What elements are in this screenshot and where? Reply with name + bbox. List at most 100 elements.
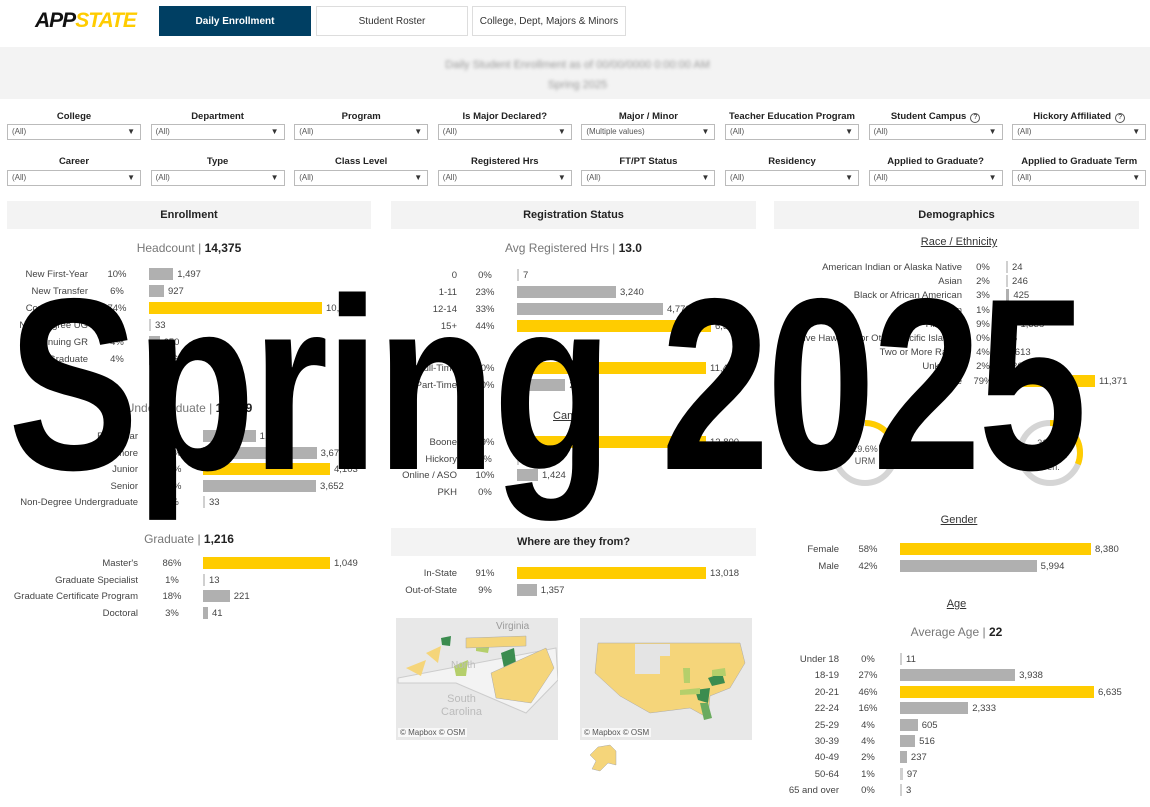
bar[interactable]: [517, 320, 711, 332]
filter-label-text: Is Major Declared?: [462, 111, 548, 122]
bar[interactable]: [149, 302, 322, 314]
filter-dropdown-teacher-education-program[interactable]: (All) ▼: [725, 124, 859, 140]
bar[interactable]: [517, 303, 663, 315]
row-label: Asian: [938, 276, 962, 288]
tab-college-dept-majors-minors[interactable]: College, Dept, Majors & Minors: [472, 6, 626, 36]
row-label: 20-21: [814, 686, 839, 698]
bar[interactable]: [149, 285, 164, 297]
filter-dropdown-college[interactable]: (All) ▼: [7, 124, 141, 140]
filter-dropdown-is-major-declared[interactable]: (All) ▼: [437, 124, 572, 140]
filter-value: (All): [299, 127, 314, 136]
bar[interactable]: [149, 336, 160, 348]
filter-label-department: Department: [151, 111, 285, 122]
row-percent: 0%: [976, 333, 990, 344]
bar[interactable]: [900, 702, 969, 715]
bar[interactable]: [203, 557, 330, 569]
bar[interactable]: [203, 606, 208, 619]
filter-dropdown-ft-pt-status[interactable]: (All) ▼: [581, 170, 716, 186]
filter-value: (All): [155, 127, 170, 136]
bar[interactable]: [149, 353, 159, 365]
bar[interactable]: [1006, 289, 1010, 302]
filter-dropdown-applied-to-graduate-term[interactable]: (All) ▼: [1012, 170, 1147, 186]
row-label: 65 and over: [788, 785, 839, 797]
bar[interactable]: [517, 485, 519, 498]
row-label: 25-29: [814, 719, 839, 731]
filter-dropdown-residency[interactable]: (All) ▼: [725, 170, 859, 186]
bar[interactable]: [203, 496, 205, 508]
bar[interactable]: [900, 543, 1091, 555]
row-value: 1,049: [334, 558, 358, 569]
filter-value: (All): [12, 127, 27, 136]
bar[interactable]: [900, 735, 916, 747]
bar[interactable]: [900, 653, 902, 665]
bar[interactable]: [203, 573, 205, 586]
bar[interactable]: [203, 479, 317, 492]
bar[interactable]: [1006, 360, 1009, 373]
us-state-map[interactable]: © Mapbox © OSM: [580, 618, 752, 740]
bar[interactable]: [203, 463, 330, 475]
help-icon[interactable]: ?: [1115, 113, 1126, 123]
bar[interactable]: [1006, 303, 1008, 316]
bar[interactable]: [517, 583, 537, 596]
filter-dropdown-department[interactable]: (All) ▼: [150, 124, 285, 140]
tab-daily-enrollment[interactable]: Daily Enrollment: [159, 6, 311, 36]
bar[interactable]: [517, 469, 539, 481]
filter-label-residency: Residency: [725, 156, 859, 167]
filter-dropdown-major-minor[interactable]: (Multiple values) ▼: [581, 124, 716, 140]
bar[interactable]: [203, 590, 230, 602]
bar[interactable]: [1006, 332, 1008, 344]
filter-dropdown-registered-hrs[interactable]: (All) ▼: [437, 170, 572, 186]
bar[interactable]: [203, 430, 256, 442]
nc-map-shapes: [397, 635, 558, 714]
bar[interactable]: [517, 452, 520, 465]
row-percent: 0%: [110, 320, 124, 331]
row-label: PKH: [437, 486, 457, 498]
bar[interactable]: [149, 319, 151, 331]
row-value: 1,700: [259, 431, 284, 442]
chevron-down-icon: ▼: [414, 173, 423, 182]
nc-county-map[interactable]: North South Carolina Virginia © Mapbox © …: [396, 618, 558, 740]
filter-dropdown-career[interactable]: (All) ▼: [7, 170, 141, 186]
map-attribution[interactable]: © Mapbox © OSM: [582, 728, 652, 737]
bar[interactable]: [900, 767, 903, 780]
bar[interactable]: [1006, 261, 1008, 273]
bar[interactable]: [517, 286, 616, 298]
row-value: 1: [523, 486, 529, 498]
row-value: 237: [910, 752, 927, 764]
row-label: Full-Time: [417, 363, 457, 374]
row-label: 0: [451, 270, 457, 281]
filter-label-applied-to-graduate-term: Applied to Graduate Term: [1012, 156, 1146, 167]
filter-dropdown-class-level[interactable]: (All) ▼: [294, 170, 429, 186]
bar[interactable]: [1006, 374, 1095, 387]
bar[interactable]: [1006, 346, 1011, 359]
row-percent: 91%: [475, 568, 495, 579]
row-percent: 2%: [861, 752, 875, 764]
bar[interactable]: [203, 446, 317, 459]
bar[interactable]: [900, 669, 1016, 682]
bar[interactable]: [1006, 275, 1008, 288]
bar[interactable]: [149, 268, 174, 280]
chevron-down-icon: ▼: [988, 173, 997, 182]
tab-student-roster[interactable]: Student Roster: [316, 6, 468, 36]
filter-dropdown-applied-to-graduate[interactable]: (All) ▼: [868, 170, 1003, 186]
bar[interactable]: [517, 436, 706, 448]
filter-dropdown-student-campus[interactable]: (All) ▼: [868, 124, 1003, 140]
bar[interactable]: [900, 685, 1094, 698]
bar[interactable]: [900, 784, 902, 797]
bar[interactable]: [900, 751, 907, 764]
filter-dropdown-type[interactable]: (All) ▼: [150, 170, 285, 186]
bar[interactable]: [517, 362, 706, 374]
chevron-down-icon: ▼: [988, 127, 997, 136]
bar[interactable]: [517, 269, 519, 281]
bar[interactable]: [517, 378, 566, 391]
bar[interactable]: [900, 559, 1037, 572]
bar[interactable]: [900, 718, 918, 731]
bar[interactable]: [1006, 317, 1017, 330]
row-value: 262: [1012, 361, 1028, 373]
map-attribution[interactable]: © Mapbox © OSM: [398, 728, 468, 737]
filter-dropdown-program[interactable]: (All) ▼: [294, 124, 429, 140]
filter-label-text: Student Campus: [890, 111, 967, 122]
help-icon[interactable]: ?: [970, 113, 981, 123]
bar[interactable]: [517, 567, 706, 579]
filter-dropdown-hickory-affiliated[interactable]: (All) ▼: [1012, 124, 1147, 140]
